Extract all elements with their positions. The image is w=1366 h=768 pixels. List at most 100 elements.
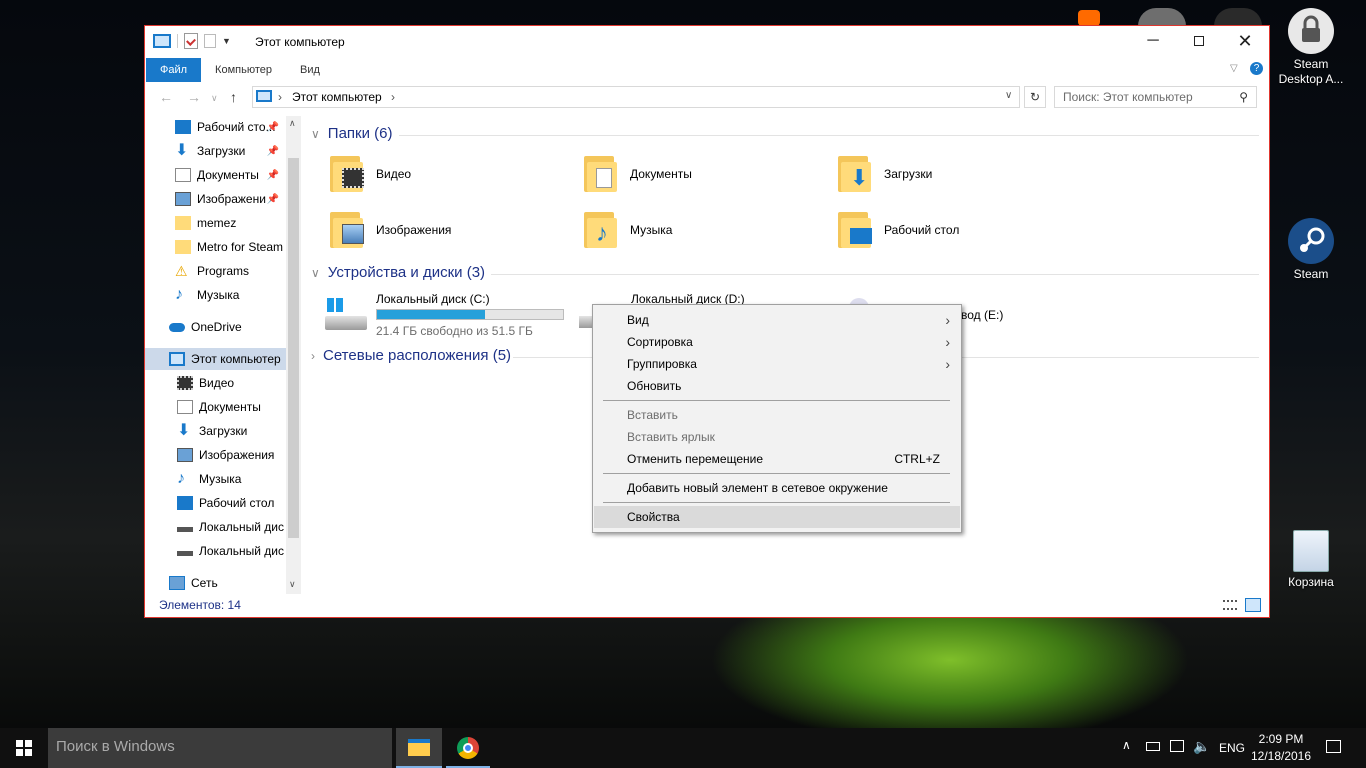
menu-item-refresh[interactable]: Обновить	[594, 375, 960, 397]
sidebar-item-desktop[interactable]: Рабочий сто... 📌	[175, 116, 285, 138]
sidebar-item-downloads-2[interactable]: ⬇ Загрузки	[177, 420, 287, 442]
sidebar-item-label: OneDrive	[191, 320, 242, 334]
maximize-button[interactable]	[1176, 26, 1222, 56]
sidebar-item-drive-d[interactable]: Локальный дис	[177, 540, 287, 562]
menu-item-label: Вид	[627, 313, 649, 327]
devices-section-header[interactable]: ∨ Устройства и диски (3)	[311, 264, 485, 281]
taskbar: Поиск в Windows ∧ 🔈 ENG 2:09 PM 12/18/20…	[0, 728, 1366, 768]
chevron-down-icon[interactable]: ∨	[1005, 90, 1012, 101]
address-bar-row: ← → ∨ ↑ › Этот компьютер › ∨ ↻ Поиск: Эт…	[145, 84, 1269, 110]
taskbar-chrome-button[interactable]	[446, 728, 490, 768]
computer-icon	[153, 34, 171, 48]
clock[interactable]: 2:09 PM 12/18/2016	[1250, 731, 1312, 765]
recent-locations-button[interactable]: ∨	[211, 93, 218, 104]
start-button[interactable]	[0, 728, 48, 768]
sidebar-item-documents-2[interactable]: Документы	[177, 396, 287, 418]
sidebar-item-documents[interactable]: Документы 📌	[175, 164, 285, 186]
volume-icon[interactable]: 🔈	[1193, 738, 1210, 755]
properties-icon[interactable]	[184, 33, 198, 49]
sidebar-item-pictures[interactable]: Изображени 📌	[175, 188, 285, 210]
help-icon[interactable]: ?	[1250, 62, 1263, 75]
battery-icon[interactable]	[1146, 742, 1160, 751]
menu-item-label: Вставить ярлык	[627, 430, 715, 444]
chevron-down-icon[interactable]: ▽	[1230, 63, 1238, 74]
chevron-up-icon[interactable]: ∧	[289, 118, 296, 129]
pin-icon: 📌	[266, 169, 279, 181]
sidebar-item-network[interactable]: Сеть	[169, 572, 287, 594]
nav-scrollbar[interactable]: ∧ ∨	[286, 116, 301, 594]
folder-video[interactable]: Видео	[330, 154, 411, 194]
forward-button[interactable]: →	[187, 89, 201, 105]
sidebar-item-music-2[interactable]: ♪ Музыка	[177, 468, 287, 490]
warning-icon: ⚠	[175, 263, 188, 279]
search-input[interactable]: Поиск: Этот компьютер ⚲	[1054, 86, 1257, 108]
sidebar-item-label: Видео	[199, 376, 235, 390]
sidebar-item-desktop-2[interactable]: Рабочий стол	[177, 492, 287, 514]
folder-pictures[interactable]: Изображения	[330, 210, 451, 250]
menu-item-properties[interactable]: Свойства	[594, 506, 960, 528]
menu-item-label: Обновить	[627, 379, 682, 393]
sidebar-item-programs[interactable]: ⚠ Programs	[175, 260, 287, 282]
refresh-button[interactable]: ↻	[1024, 86, 1046, 108]
minimize-button[interactable]: ─	[1130, 26, 1176, 56]
back-button[interactable]: ←	[159, 89, 173, 105]
tab-view[interactable]: Вид	[286, 58, 334, 82]
steam-desktop-auth-icon	[1288, 8, 1334, 54]
close-button[interactable]: ✕	[1222, 26, 1268, 56]
scroll-thumb[interactable]	[288, 158, 299, 538]
drive-c[interactable]: Локальный диск (C:) 21.4 ГБ свободно из …	[325, 292, 565, 338]
chevron-up-icon[interactable]: ∧	[1122, 738, 1131, 752]
up-button[interactable]: ↑	[230, 89, 237, 105]
sidebar-item-label: Локальный дис	[199, 520, 284, 534]
sidebar-item-drive-c[interactable]: Локальный дис	[177, 516, 287, 538]
sidebar-item-label: Загрузки	[197, 144, 246, 158]
folder-documents[interactable]: Документы	[584, 154, 692, 194]
chevron-down-icon[interactable]: ∨	[289, 579, 296, 590]
tab-computer[interactable]: Компьютер	[201, 58, 286, 82]
sidebar-item-downloads[interactable]: ⬇ Загрузки 📌	[175, 140, 285, 162]
taskbar-search-input[interactable]: Поиск в Windows	[48, 728, 392, 768]
desktop-icon-steam-auth[interactable]: Steam Desktop A...	[1276, 8, 1346, 87]
sidebar-item-pictures-2[interactable]: Изображения	[177, 444, 287, 466]
sidebar-item-label: Сеть	[191, 576, 218, 590]
folder-desktop[interactable]: Рабочий стол	[838, 210, 959, 250]
large-icons-view-icon[interactable]	[1245, 598, 1261, 612]
language-indicator[interactable]: ENG	[1219, 741, 1245, 755]
menu-item-undo-move[interactable]: Отменить перемещение CTRL+Z	[594, 448, 960, 470]
address-box[interactable]: › Этот компьютер › ∨	[252, 86, 1020, 108]
sidebar-item-video[interactable]: Видео	[177, 372, 287, 394]
picture-icon	[175, 192, 191, 206]
sidebar-item-metro[interactable]: Metro for Steam	[175, 236, 287, 258]
sidebar-item-this-pc[interactable]: Этот компьютер	[145, 348, 287, 370]
action-center-icon[interactable]	[1326, 740, 1341, 753]
sidebar-item-memez[interactable]: memez	[175, 212, 287, 234]
chevron-down-icon[interactable]: ▼	[222, 36, 231, 46]
taskbar-explorer-button[interactable]	[396, 728, 442, 768]
clock-date: 12/18/2016	[1250, 749, 1312, 763]
menu-item-add-network-location[interactable]: Добавить новый элемент в сетевое окружен…	[594, 477, 960, 499]
menu-item-shortcut: CTRL+Z	[894, 452, 940, 466]
menu-item-paste[interactable]: Вставить	[594, 404, 960, 426]
sidebar-item-music[interactable]: ♪ Музыка	[175, 284, 287, 306]
folder-label: Изображения	[376, 223, 452, 237]
folder-downloads[interactable]: ⬇ Загрузки	[838, 154, 932, 194]
tab-file[interactable]: Файл	[146, 58, 202, 82]
menu-item-paste-shortcut[interactable]: Вставить ярлык	[594, 426, 960, 448]
details-view-icon[interactable]	[1223, 600, 1237, 610]
network-section-header[interactable]: › Сетевые расположения (5)	[311, 347, 511, 364]
menu-item-group[interactable]: Группировка ›	[594, 353, 960, 375]
desktop-icon-label: Steam Desktop A...	[1278, 57, 1344, 86]
network-icon[interactable]	[1170, 740, 1184, 752]
new-folder-icon[interactable]	[204, 34, 216, 48]
desktop-icon-recycle-bin[interactable]: Корзина	[1276, 530, 1346, 590]
desktop-icon-steam[interactable]: Steam	[1276, 218, 1346, 282]
folder-music[interactable]: ♪ Музыка	[584, 210, 672, 250]
drive-name: вод (E:)	[961, 308, 1004, 322]
menu-item-sort[interactable]: Сортировка ›	[594, 331, 960, 353]
sidebar-item-onedrive[interactable]: OneDrive	[169, 316, 287, 338]
menu-item-view[interactable]: Вид ›	[594, 309, 960, 331]
navigation-pane: Рабочий сто... 📌 ⬇ Загрузки 📌 Документы 📌 Из…	[145, 116, 301, 596]
window-title: Этот компьютер	[255, 35, 345, 49]
address-text: Этот компьютер	[292, 90, 382, 104]
folders-section-header[interactable]: ∨ Папки (6)	[311, 125, 392, 142]
